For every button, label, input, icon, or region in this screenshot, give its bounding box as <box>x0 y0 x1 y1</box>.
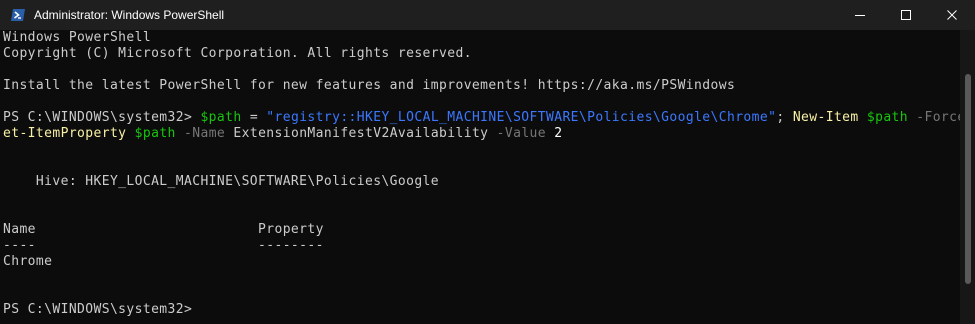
operator: = <box>241 110 267 125</box>
parameter: -Name <box>184 126 226 141</box>
console-line: Windows PowerShell <box>3 30 152 45</box>
window-controls <box>837 0 975 30</box>
command-line-wrapped: et-ItemProperty $path -Name ExtensionMan… <box>0 126 960 142</box>
powershell-window: Administrator: Windows PowerShell Window… <box>0 0 975 324</box>
parameter: -Force <box>916 110 960 125</box>
table-row: Chrome <box>3 254 53 269</box>
variable: $path <box>134 126 176 141</box>
table-header: Name Property <box>3 222 324 237</box>
maximize-icon <box>901 10 911 20</box>
parameter: -Value <box>496 126 547 141</box>
scrollbar-thumb[interactable] <box>965 74 971 284</box>
cmdlet: New-Item <box>792 110 859 125</box>
maximize-button[interactable] <box>883 0 929 30</box>
string-literal: "registry::HKEY_LOCAL_MACHINE\SOFTWARE\P… <box>266 110 777 125</box>
argument: ExtensionManifestV2Availability <box>225 126 497 141</box>
powershell-icon <box>10 7 26 23</box>
console-line: Copyright (C) Microsoft Corporation. All… <box>3 46 472 61</box>
vertical-scrollbar[interactable] <box>960 30 975 324</box>
hive-line: Hive: HKEY_LOCAL_MACHINE\SOFTWARE\Polici… <box>3 174 440 189</box>
console-line: Install the latest PowerShell for new fe… <box>3 78 736 93</box>
minimize-icon <box>855 15 865 16</box>
number-literal: 2 <box>554 126 563 141</box>
table-separator: ---- -------- <box>3 238 324 253</box>
cmdlet: et-ItemProperty <box>3 126 127 141</box>
console-output[interactable]: Windows PowerShell Copyright (C) Microso… <box>0 30 960 324</box>
variable: $path <box>200 110 242 125</box>
command-line: PS C:\WINDOWS\system32> $path = "registr… <box>0 110 960 126</box>
minimize-button[interactable] <box>837 0 883 30</box>
close-button[interactable] <box>929 0 975 30</box>
window-title: Administrator: Windows PowerShell <box>34 8 225 22</box>
prompt: PS C:\WINDOWS\system32> <box>3 110 201 125</box>
close-icon <box>947 10 957 20</box>
final-prompt: PS C:\WINDOWS\system32> <box>3 302 193 317</box>
separator: ; <box>776 110 793 125</box>
variable: $path <box>866 110 909 125</box>
title-bar[interactable]: Administrator: Windows PowerShell <box>0 0 975 30</box>
